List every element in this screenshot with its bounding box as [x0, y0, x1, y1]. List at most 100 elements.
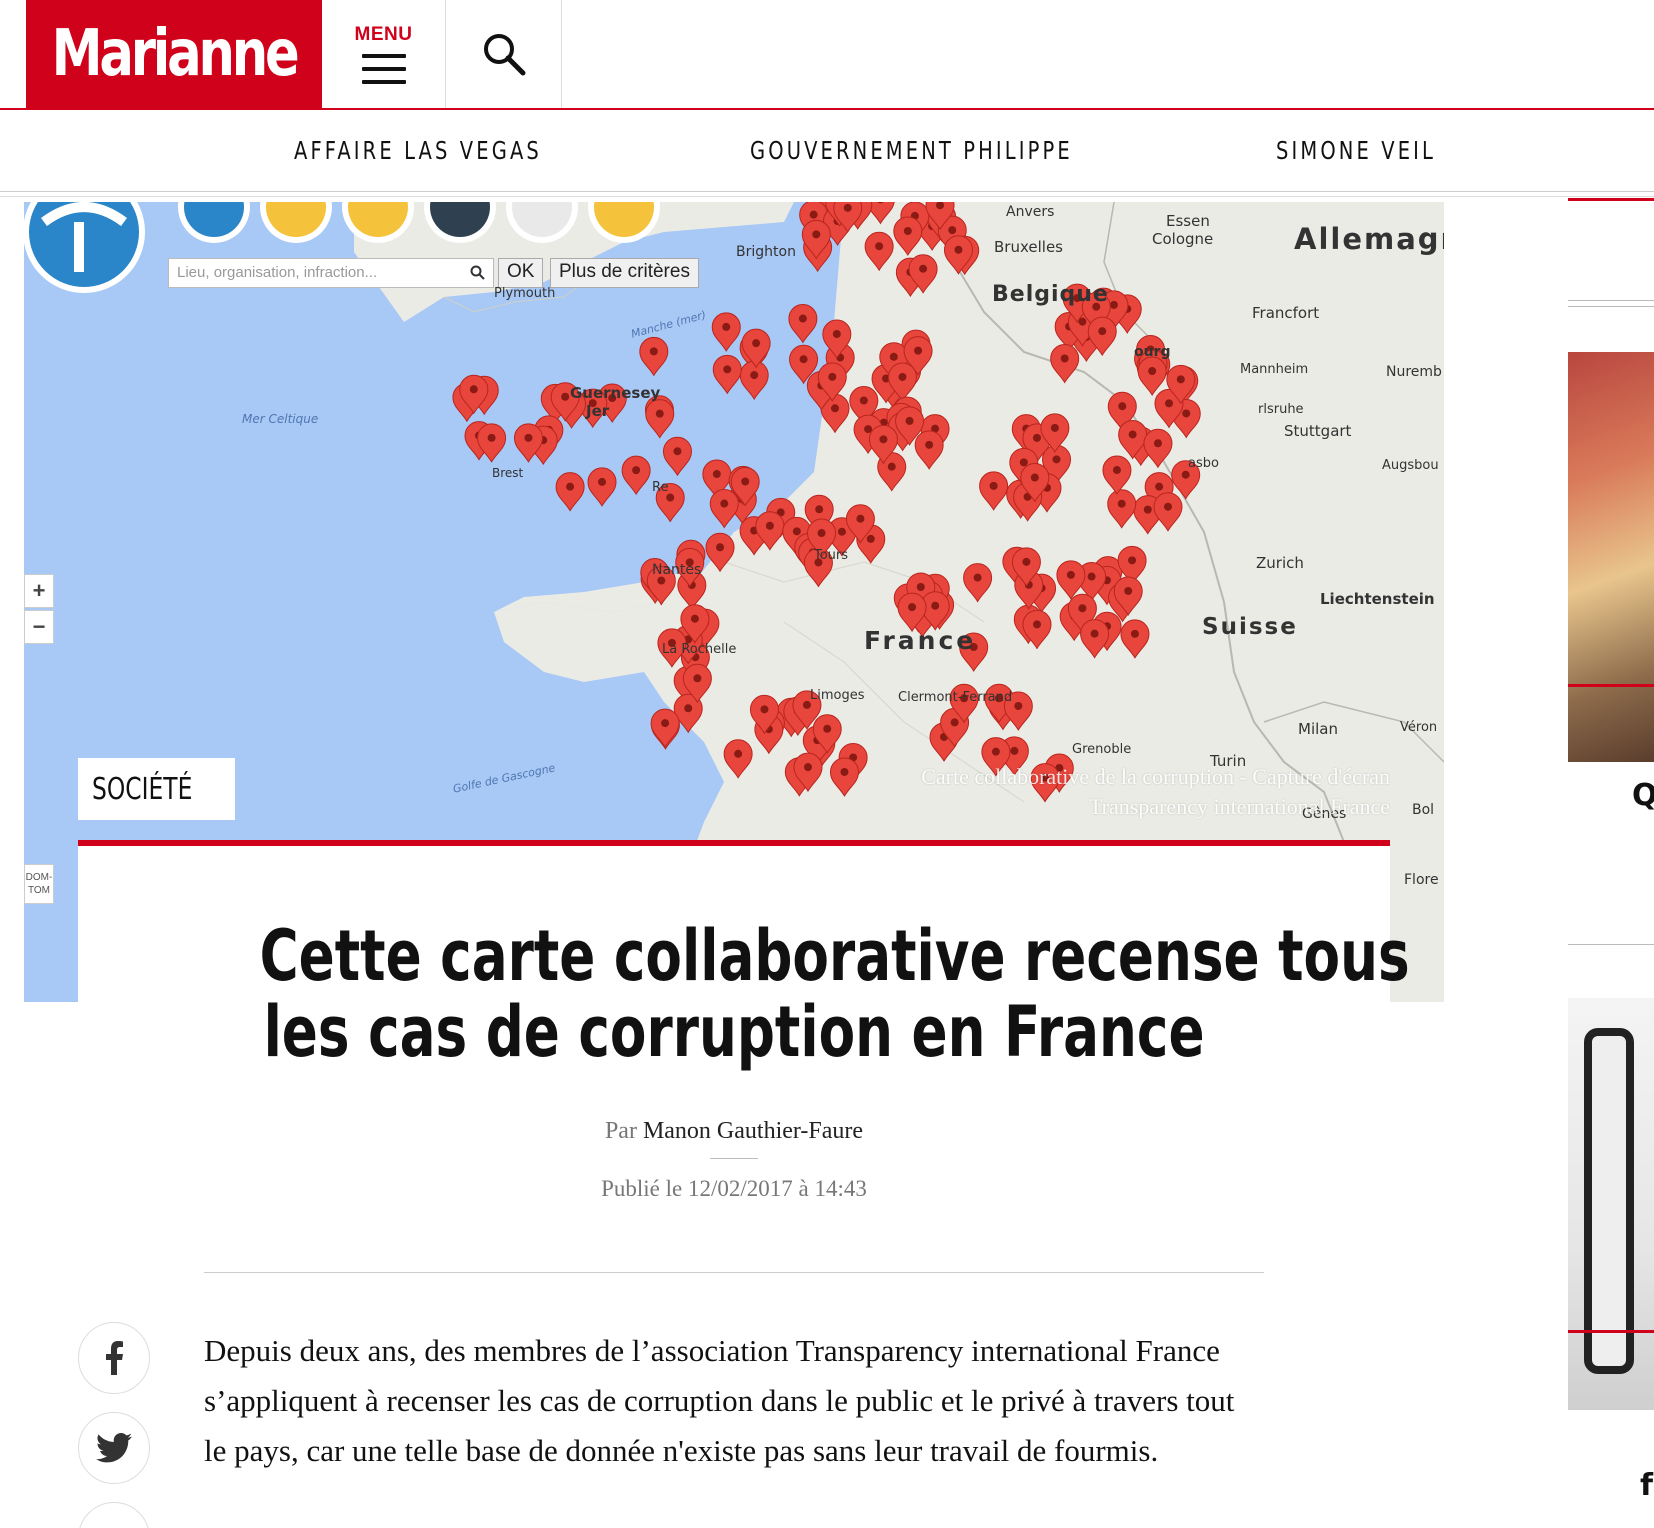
- map-label-bologne: Bol: [1412, 802, 1435, 818]
- map-pin-dot: [716, 543, 725, 552]
- sidebar-divider: [1568, 306, 1654, 307]
- map-pin-dot: [830, 404, 839, 413]
- map-pin-dot: [1022, 557, 1031, 566]
- map-pin-dot: [859, 396, 868, 405]
- map-pin-dot: [954, 245, 963, 254]
- map-pin-dot: [1032, 620, 1041, 629]
- map-pin-dot: [1014, 701, 1023, 710]
- map-label-jersey: Jer: [586, 402, 610, 420]
- sidebar-thumbnail[interactable]: [1568, 998, 1654, 1410]
- byline-prefix: Par: [604, 1118, 637, 1144]
- zoom-in-button[interactable]: +: [24, 574, 54, 608]
- map-pin-dot: [973, 573, 982, 582]
- map-search-icon: [470, 265, 485, 280]
- map-pin-dot: [723, 365, 732, 374]
- article-card: Cette carte collaborative recense tous l…: [78, 840, 1410, 1528]
- map-label-nuremberg: Nuremb: [1386, 364, 1442, 380]
- map-pin-dot: [856, 514, 865, 523]
- map-pin-dot: [1163, 502, 1172, 511]
- map-pin-dot: [887, 462, 896, 471]
- header-separator: [204, 1272, 1264, 1273]
- sidebar-snippet[interactable]: Qu: [1632, 778, 1654, 813]
- map-pin-dot: [1128, 430, 1137, 439]
- map-pin-dot: [1124, 586, 1133, 595]
- byline: Par Manon Gauthier-Faure: [78, 1118, 1390, 1145]
- map-pin-dot: [828, 372, 837, 381]
- top-bar: Marianne MENU: [0, 0, 1654, 110]
- map-pin-icon: [587, 467, 617, 507]
- map-ok-button[interactable]: OK: [498, 258, 544, 288]
- map-pin-icon: [621, 455, 651, 496]
- map-label-zurich: Zurich: [1256, 554, 1304, 572]
- map-pin-dot: [693, 674, 702, 683]
- map-pin-dot: [1109, 300, 1118, 309]
- map-pin-dot: [916, 582, 925, 591]
- map-label-limoges: Limoges: [810, 688, 865, 703]
- map-pin-dot: [1128, 556, 1137, 565]
- site-logo[interactable]: Marianne: [26, 0, 322, 108]
- map-label-strasbourg: asbo: [1188, 456, 1219, 471]
- map-pin-dot: [889, 352, 898, 361]
- facebook-icon: [106, 1341, 123, 1375]
- map-pin-dot: [866, 534, 875, 543]
- map-pin-dot: [948, 226, 957, 235]
- sidebar-accent: [1568, 198, 1654, 201]
- nav-item-affaire-las-vegas[interactable]: AFFAIRE LAS VEGAS: [294, 136, 542, 165]
- map-pin-dot: [487, 433, 496, 442]
- map-pin-dot: [760, 705, 769, 714]
- map-label-mer-celtique: Mer Celtique: [242, 412, 319, 426]
- map-pin-dot: [1052, 455, 1061, 464]
- map-criteria-button[interactable]: Plus de critères: [550, 258, 699, 288]
- zoom-out-button[interactable]: −: [24, 610, 54, 644]
- map-label-rennes: Re: [652, 480, 669, 495]
- headline-line-1: Cette carte collaborative recense tous: [259, 915, 1410, 997]
- map-search-input[interactable]: Lieu, organisation, infraction...: [168, 258, 494, 288]
- map-pin-icon: [662, 436, 692, 477]
- map-pin-dot: [1066, 570, 1075, 579]
- map-label-bruxelles: Bruxelles: [994, 238, 1063, 256]
- map-pin-dot: [524, 433, 533, 442]
- category-tag[interactable]: SOCIÉTÉ: [78, 758, 235, 820]
- map-pin-dot: [1087, 572, 1096, 581]
- map-label-larochelle: La Rochelle: [662, 642, 737, 657]
- map-pin-dot: [765, 521, 774, 530]
- map-pin-dot: [799, 355, 808, 364]
- share-facebook-button[interactable]: [78, 1322, 150, 1394]
- map-pin-dot: [914, 346, 923, 355]
- search-button[interactable]: [446, 0, 562, 108]
- article-body: Depuis deux ans, des membres de l’associ…: [204, 1333, 1235, 1468]
- map-pin-dot: [1176, 375, 1185, 384]
- nav-item-gouvernement-philippe[interactable]: GOUVERNEMENT PHILIPPE: [750, 136, 1073, 165]
- map-pin-dot: [840, 767, 849, 776]
- category-label: SOCIÉTÉ: [92, 771, 193, 807]
- author-name[interactable]: Manon Gauthier-Faure: [643, 1118, 863, 1144]
- sidebar-divider: [1568, 300, 1654, 301]
- map-label-anvers: Anvers: [1006, 204, 1055, 220]
- sidebar-snippet[interactable]: f: [1640, 1468, 1653, 1503]
- map-pin-icon: [555, 472, 585, 512]
- map-pin-dot: [815, 505, 824, 514]
- map-pin-dot: [752, 339, 761, 348]
- map-pin-dot: [1098, 327, 1107, 336]
- map-pin-dot: [632, 466, 641, 475]
- map-pin-dot: [812, 230, 821, 239]
- map-pin-dot: [1112, 466, 1121, 475]
- map-pin-dot: [1164, 399, 1173, 408]
- map-pin-dot: [1030, 473, 1039, 482]
- share-twitter-button[interactable]: [78, 1412, 150, 1484]
- menu-label: MENU: [354, 24, 413, 45]
- nav-item-simone-veil[interactable]: SIMONE VEIL: [1276, 136, 1436, 165]
- map-pin-dot: [1090, 629, 1099, 638]
- map-pin-dot: [649, 347, 658, 356]
- map-pin-dot: [950, 718, 959, 727]
- menu-icon: [361, 54, 406, 84]
- map-pin-icon: [711, 312, 741, 352]
- domtom-button[interactable]: DOM-TOM: [24, 864, 54, 904]
- map-label-florence: Flore: [1404, 872, 1439, 888]
- map-pin-dot: [864, 425, 873, 434]
- menu-button[interactable]: MENU: [322, 0, 446, 108]
- map-label-allemagne: Allemagne: [1294, 222, 1444, 256]
- sidebar-thumbnail[interactable]: [1568, 352, 1654, 762]
- map-pin-dot: [991, 747, 1000, 756]
- byline-divider: [710, 1158, 758, 1159]
